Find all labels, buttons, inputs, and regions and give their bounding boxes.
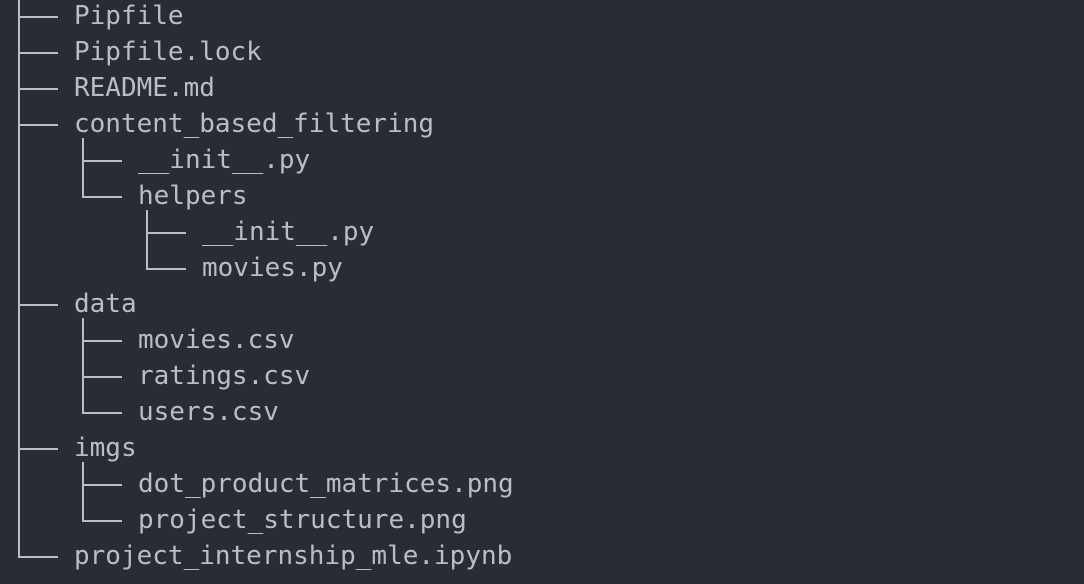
tree-row[interactable]: content_based_filtering [0, 106, 1084, 142]
tree-branch-line [146, 268, 186, 270]
tree-vertical-line [146, 210, 148, 234]
tree-row[interactable]: movies.csv [0, 322, 1084, 358]
tree-item-label: dot_product_matrices.png [138, 469, 514, 499]
tree-row[interactable]: __init__.py [0, 142, 1084, 178]
tree-row[interactable]: ratings.csv [0, 358, 1084, 394]
tree-vertical-line [82, 462, 84, 486]
tree-item-label: Pipfile [74, 1, 184, 31]
tree-branch-line [18, 304, 58, 306]
tree-row[interactable]: project_internship_mle.ipynb [0, 538, 1084, 574]
tree-branch-line [18, 556, 58, 558]
tree-vertical-line [18, 16, 20, 54]
tree-branch-line [82, 160, 122, 162]
tree-vertical-line [82, 484, 84, 522]
tree-item-label: README.md [74, 73, 215, 103]
tree-vertical-line [18, 52, 20, 90]
tree-vertical-line [82, 340, 84, 378]
file-tree: Pipfile Pipfile.lock README.md content_b… [0, 0, 1084, 584]
tree-row[interactable]: project_structure.png [0, 502, 1084, 538]
tree-branch-line [18, 16, 58, 18]
tree-vertical-line [18, 88, 20, 126]
tree-item-label: project_internship_mle.ipynb [74, 541, 513, 571]
tree-item-label: __init__.py [138, 145, 311, 175]
tree-branch-line [82, 340, 122, 342]
tree-item-label: movies.py [202, 253, 343, 283]
tree-item-label: __init__.py [202, 217, 375, 247]
tree-vertical-line [146, 232, 148, 270]
tree-branch-line [18, 124, 58, 126]
tree-row[interactable]: Pipfile [0, 0, 1084, 34]
tree-branch-line [18, 448, 58, 450]
tree-row[interactable]: helpers [0, 178, 1084, 214]
tree-branch-line [82, 484, 122, 486]
tree-vertical-line [18, 304, 20, 450]
tree-row[interactable]: Pipfile.lock [0, 34, 1084, 70]
tree-branch-line [146, 232, 186, 234]
tree-branch-line [82, 376, 122, 378]
tree-vertical-line [18, 448, 20, 558]
tree-item-label: Pipfile.lock [74, 37, 262, 67]
tree-item-label: movies.csv [138, 325, 295, 355]
tree-branch-line [18, 52, 58, 54]
tree-item-label: ratings.csv [138, 361, 311, 391]
tree-branch-line [18, 88, 58, 90]
tree-item-label: helpers [138, 181, 248, 211]
tree-item-label: data [74, 289, 137, 319]
tree-row[interactable]: dot_product_matrices.png [0, 466, 1084, 502]
tree-row[interactable]: users.csv [0, 394, 1084, 430]
tree-item-label: imgs [74, 433, 137, 463]
tree-row[interactable]: README.md [0, 70, 1084, 106]
tree-vertical-line [18, 124, 20, 306]
tree-branch-line [82, 196, 122, 198]
tree-branch-line [82, 412, 122, 414]
tree-vertical-line [82, 138, 84, 162]
tree-vertical-line [82, 376, 84, 414]
tree-vertical-line [82, 318, 84, 342]
tree-row[interactable]: imgs [0, 430, 1084, 466]
tree-vertical-line [82, 160, 84, 198]
tree-item-label: content_based_filtering [74, 109, 435, 139]
tree-branch-line [82, 520, 122, 522]
tree-item-label: users.csv [138, 397, 279, 427]
tree-item-label: project_structure.png [138, 505, 467, 535]
tree-row[interactable]: data [0, 286, 1084, 322]
